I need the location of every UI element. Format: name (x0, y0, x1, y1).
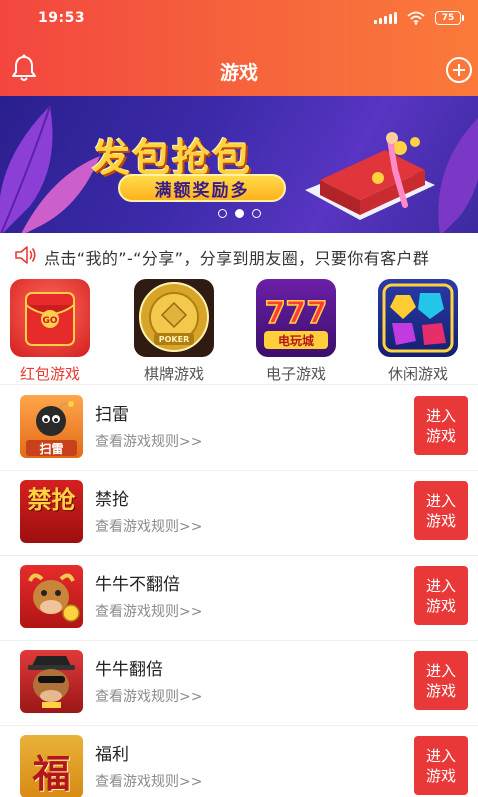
category-poker[interactable]: POKER 棋牌游戏 (118, 277, 218, 385)
category-casual[interactable]: 休闲游戏 (362, 277, 462, 385)
enter-game-button[interactable]: 进入 游戏 (414, 736, 468, 795)
wifi-icon (407, 11, 425, 25)
enter-button-line1: 进入 (425, 661, 456, 680)
game-name: 禁抢 (95, 490, 129, 510)
game-name: 牛牛翻倍 (95, 660, 163, 680)
category-red-packet[interactable]: GO 红包游戏 (0, 277, 94, 385)
gift-box-icon (305, 132, 435, 220)
game-rules-link[interactable]: 查看游戏规则>> (95, 686, 202, 706)
svg-text:GO: GO (42, 316, 57, 326)
carousel-indicator (218, 209, 261, 218)
game-rules-link[interactable]: 查看游戏规则>> (95, 431, 202, 451)
battery-icon: 75 (435, 11, 464, 25)
page-title: 游戏 (219, 62, 258, 84)
category-slots[interactable]: 777 电玩城 电子游戏 (240, 277, 340, 385)
category-label: 棋牌游戏 (143, 365, 204, 383)
enter-button-line2: 游戏 (425, 511, 456, 530)
announcement-text: 点击“我的”-“分享”，分享到朋友圈，只要你有客户群 (44, 249, 430, 268)
fu-character-icon: 福 (20, 735, 83, 797)
game-row-welfare[interactable]: 福 福利 查看游戏规则>> 进入 游戏 (0, 726, 478, 797)
banner-subtitle-pill: 满额奖励多 (118, 174, 286, 202)
game-rules-link[interactable]: 查看游戏规则>> (95, 771, 202, 791)
game-thumb-text: 禁抢 (27, 486, 76, 514)
game-name: 福利 (95, 745, 129, 765)
category-label: 红包游戏 (19, 365, 80, 383)
battery-level: 75 (441, 13, 455, 23)
announcement-bar[interactable]: 点击“我的”-“分享”，分享到朋友圈，只要你有客户群 (0, 233, 478, 277)
slot-machine-icon: 777 电玩城 (256, 279, 336, 357)
enter-button-line1: 进入 (425, 746, 456, 765)
enter-button-line2: 游戏 (425, 681, 456, 700)
game-thumb-text: 福 (32, 752, 71, 796)
category-tabs: GO 红包游戏 POKER 棋牌游戏 777 电玩城 电子游戏 休闲游戏 (0, 277, 478, 385)
red-packet-icon: GO (10, 279, 90, 357)
game-row-bull-double[interactable]: 牛牛翻倍 查看游戏规则>> 进入 游戏 (0, 641, 478, 726)
game-row-bull-no-double[interactable]: 牛牛不翻倍 查看游戏规则>> 进入 游戏 (0, 556, 478, 641)
signal-icon (374, 12, 397, 24)
game-rules-link[interactable]: 查看游戏规则>> (95, 516, 202, 536)
status-indicators: 75 (374, 11, 464, 25)
leaf-decoration-icon (0, 106, 100, 233)
enter-game-button[interactable]: 进入 游戏 (414, 566, 468, 625)
category-label: 电子游戏 (265, 365, 326, 383)
enter-button-line1: 进入 (425, 576, 456, 595)
nav-bar: 游戏 (0, 46, 478, 94)
bomb-icon: 扫雷 (20, 395, 83, 458)
forbid-text-icon: 禁抢 (20, 480, 83, 543)
bull-icon (20, 565, 83, 628)
svg-text:电玩城: 电玩城 (278, 333, 314, 348)
enter-button-line1: 进入 (425, 491, 456, 510)
status-bar: 19:53 75 (0, 0, 478, 38)
enter-button-line2: 游戏 (425, 426, 456, 445)
speaker-icon (15, 246, 36, 264)
app-header: 19:53 75 游戏 (0, 0, 478, 96)
svg-text:POKER: POKER (159, 335, 190, 344)
enter-game-button[interactable]: 进入 游戏 (414, 396, 468, 455)
game-row-no-grab[interactable]: 禁抢 禁抢 查看游戏规则>> 进入 游戏 (0, 471, 478, 556)
category-label: 休闲游戏 (387, 365, 448, 383)
enter-game-button[interactable]: 进入 游戏 (414, 481, 468, 540)
carousel-dot-active[interactable] (235, 209, 244, 218)
game-row-minesweeper[interactable]: 扫雷 扫雷 查看游戏规则>> 进入 游戏 (0, 386, 478, 471)
carousel-dot[interactable] (218, 209, 227, 218)
status-time: 19:53 (38, 10, 86, 26)
game-rules-link[interactable]: 查看游戏规则>> (95, 601, 202, 621)
poker-chip-icon: POKER (134, 279, 214, 357)
carousel-dot[interactable] (252, 209, 261, 218)
game-name: 牛牛不翻倍 (95, 575, 180, 595)
promo-banner[interactable]: 发包抢包 满额奖励多 (0, 96, 478, 233)
game-name: 扫雷 (95, 405, 129, 425)
enter-button-line2: 游戏 (425, 766, 456, 785)
enter-game-button[interactable]: 进入 游戏 (414, 651, 468, 710)
enter-button-line1: 进入 (425, 406, 456, 425)
bull-hat-icon (20, 650, 83, 713)
add-icon[interactable] (445, 56, 473, 84)
game-thumb-text: 扫雷 (39, 442, 64, 456)
enter-button-line2: 游戏 (425, 596, 456, 615)
banner-subtitle: 满额奖励多 (154, 180, 250, 201)
gems-icon (378, 279, 458, 357)
svg-text:777: 777 (265, 296, 328, 331)
